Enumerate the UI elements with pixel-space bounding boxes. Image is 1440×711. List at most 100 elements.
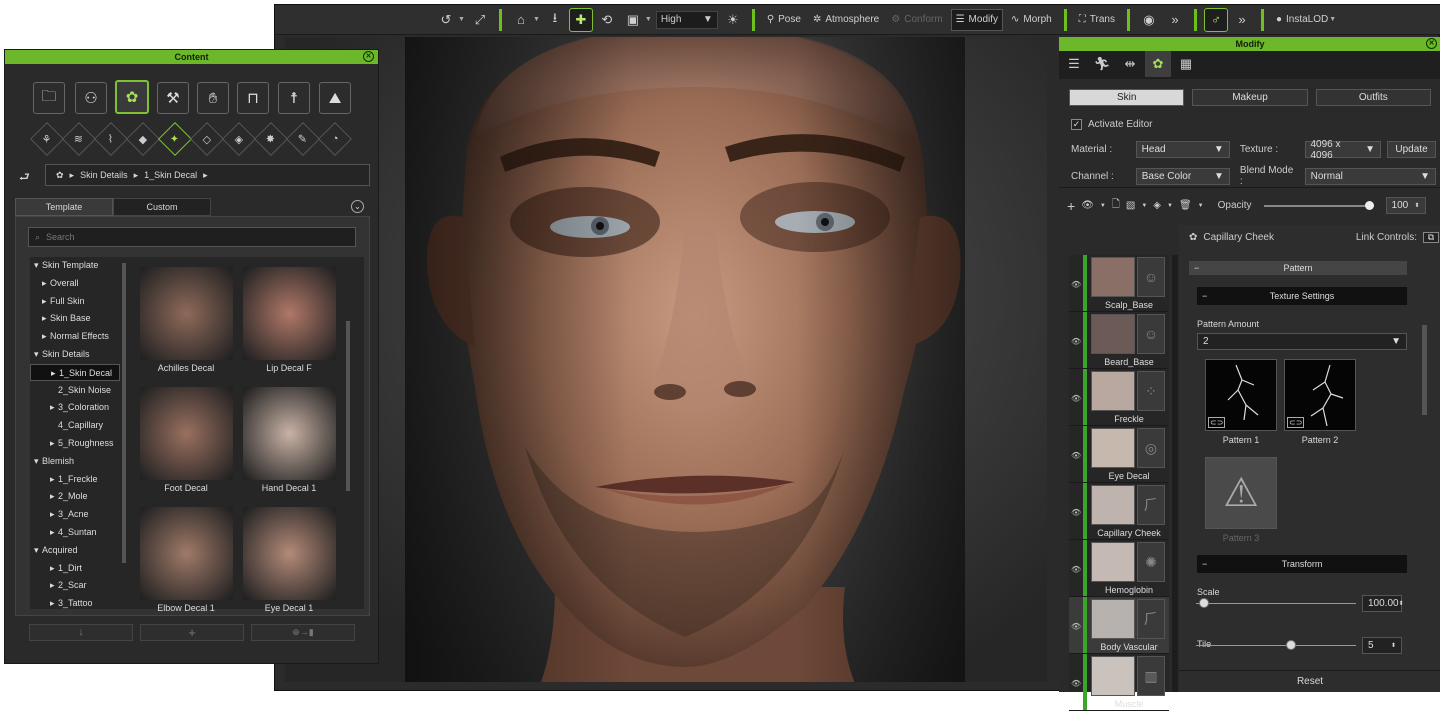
- quality-select[interactable]: High ▼: [655, 10, 718, 29]
- visibility-eye-icon[interactable]: 👁︎: [1071, 280, 1081, 289]
- pose-button[interactable]: ⚲ Pose: [763, 9, 805, 31]
- tree-item[interactable]: ▸ 3_Tattoo: [30, 595, 120, 612]
- gauge-icon[interactable]: ◔: [318, 122, 352, 156]
- trans-button[interactable]: ⛶ Trans: [1075, 9, 1119, 31]
- material-select[interactable]: Head ▼: [1135, 141, 1230, 158]
- instalod-button[interactable]: ● InstaLOD ▼: [1272, 9, 1340, 31]
- skin-layer-item[interactable]: 👁︎ ⁘ Freckle: [1069, 369, 1169, 426]
- tree-item[interactable]: ▾ Skin Details: [30, 346, 120, 363]
- more-icon[interactable]: »: [1231, 9, 1253, 31]
- spinner-icon[interactable]: ⬍: [1391, 642, 1396, 649]
- folder-icon[interactable]: 🗀︎: [33, 82, 65, 114]
- chevron-down-icon[interactable]: ▼: [1167, 203, 1173, 209]
- tree-scrollbar[interactable]: [122, 263, 126, 563]
- pattern-1-thumbnail[interactable]: ⊂⊃: [1205, 359, 1277, 431]
- tab-makeup-segment[interactable]: Makeup: [1192, 89, 1308, 106]
- skin-detail-6-icon[interactable]: ◇: [190, 122, 224, 156]
- breadcrumb-item[interactable]: Skin Details: [80, 170, 128, 180]
- tab-custom[interactable]: Custom: [113, 198, 211, 216]
- tab-skin[interactable]: ✿: [1145, 51, 1171, 77]
- visibility-eye-icon[interactable]: 👁︎: [1071, 508, 1081, 517]
- scale-slider[interactable]: [1196, 603, 1356, 604]
- pattern-2-thumbnail[interactable]: ⊂⊃: [1284, 359, 1356, 431]
- detail-scrollbar[interactable]: [1422, 325, 1427, 415]
- tree-item[interactable]: ▸ 5_Roughness: [30, 435, 120, 452]
- close-icon[interactable]: ✕: [1426, 38, 1437, 49]
- tree-item[interactable]: ▸ Overall: [30, 275, 120, 292]
- skin-layer-item[interactable]: 👁︎ ✺ Hemoglobin: [1069, 540, 1169, 597]
- trash-icon[interactable]: 🗑︎: [1179, 200, 1192, 211]
- decal-thumbnail[interactable]: [140, 507, 233, 600]
- skin-detail-3-icon[interactable]: ⌇: [94, 122, 128, 156]
- conform-button[interactable]: ⚙ Conform: [887, 9, 946, 31]
- home-icon[interactable]: ⌂: [510, 9, 532, 31]
- tree-item[interactable]: ▸ 1_Freckle: [30, 471, 120, 488]
- skin-detail-2-icon[interactable]: ≋: [62, 122, 96, 156]
- spinner-icon[interactable]: ⬍: [1414, 202, 1419, 209]
- scale-input[interactable]: 100.00 ⬍: [1362, 595, 1404, 612]
- tab-morph[interactable]: ⇹: [1117, 51, 1143, 77]
- figure-icon[interactable]: ☨: [278, 82, 310, 114]
- add-button[interactable]: +: [140, 624, 244, 641]
- avatar-pair-icon[interactable]: ⚇: [75, 82, 107, 114]
- tree-item[interactable]: ▸ 3_Acne: [30, 506, 120, 523]
- activate-editor-checkbox[interactable]: ✓: [1071, 119, 1082, 130]
- stand-icon[interactable]: ⊓: [237, 82, 269, 114]
- opacity-slider[interactable]: [1263, 200, 1375, 210]
- plugin-icon[interactable]: ◉: [1138, 9, 1160, 31]
- channel-select[interactable]: Base Color ▼: [1135, 167, 1230, 185]
- decal-thumbnail[interactable]: [243, 507, 336, 600]
- skin-layer-item[interactable]: 👁︎ ☺ Scalp_Base: [1069, 255, 1169, 312]
- tree-item[interactable]: 2_Skin Noise: [30, 382, 120, 399]
- layers-icon[interactable]: ◈: [1153, 200, 1161, 211]
- decal-thumbnail[interactable]: [243, 387, 336, 480]
- skin-list-scrollbar[interactable]: [1172, 255, 1178, 692]
- visibility-eye-icon[interactable]: 👁︎: [1071, 451, 1081, 460]
- download-icon[interactable]: ⭳: [544, 9, 566, 31]
- visibility-eye-icon[interactable]: 👁︎: [1071, 394, 1081, 403]
- tree-item[interactable]: ▸ 2_Scar: [30, 577, 120, 594]
- skin-layer-item[interactable]: 👁︎ ☺ Beard_Base: [1069, 312, 1169, 369]
- transform-header[interactable]: − Transform: [1197, 555, 1407, 573]
- link-controls-icon[interactable]: ⧉: [1423, 232, 1439, 243]
- image-icon[interactable]: ▧: [1126, 200, 1135, 211]
- back-icon[interactable]: ⮐: [19, 168, 30, 189]
- tree-item[interactable]: ▸ 3_Coloration: [30, 399, 120, 416]
- tile-slider[interactable]: [1196, 645, 1356, 646]
- skin-layer-item[interactable]: 👁︎ ⺁ Capillary Cheek: [1069, 483, 1169, 540]
- undo-icon[interactable]: ↺: [435, 9, 457, 31]
- blend-mode-select[interactable]: Normal ▼: [1304, 167, 1437, 185]
- chevron-down-icon[interactable]: ▼: [1100, 203, 1106, 209]
- apply-button[interactable]: ⊕→▮: [251, 624, 355, 641]
- atmosphere-button[interactable]: ✲ Atmosphere: [809, 9, 883, 31]
- frame-caret-icon[interactable]: ▼: [645, 16, 652, 23]
- tools-icon[interactable]: ⚒: [157, 82, 189, 114]
- opacity-slider-handle[interactable]: [1365, 200, 1375, 210]
- chevron-down-icon[interactable]: ⌄: [351, 200, 364, 213]
- character-icon[interactable]: ♂: [1203, 7, 1228, 32]
- visibility-eye-icon[interactable]: 👁︎: [1071, 622, 1081, 631]
- tab-motion[interactable]: 🏃︎: [1089, 51, 1115, 77]
- brush-icon[interactable]: ✎: [286, 122, 320, 156]
- tree-item[interactable]: ▸ Skin Base: [30, 310, 120, 327]
- home-caret-icon[interactable]: ▼: [533, 16, 540, 23]
- tree-item[interactable]: ▸ Normal Effects: [30, 328, 120, 345]
- visibility-eye-icon[interactable]: 👁︎: [1071, 565, 1081, 574]
- pattern-amount-select[interactable]: 2 ▼: [1197, 333, 1407, 350]
- 3d-viewport[interactable]: [285, 37, 1047, 682]
- tree-item[interactable]: ▸ 4_Suntan: [30, 524, 120, 541]
- tree-item[interactable]: ▸ 1_Skin Decal: [30, 363, 120, 381]
- morph-button[interactable]: ∿ Morph: [1007, 9, 1056, 31]
- eye-icon[interactable]: 👁︎: [1081, 200, 1094, 211]
- skin-detail-7-icon[interactable]: ◈: [222, 122, 256, 156]
- frame-icon[interactable]: ▣: [622, 9, 644, 31]
- reset-button[interactable]: Reset: [1179, 670, 1440, 692]
- skin-layer-item[interactable]: 👁︎ ◎ Eye Decal: [1069, 426, 1169, 483]
- decal-thumbnail[interactable]: [140, 267, 233, 360]
- document-icon[interactable]: 🗋︎: [1112, 197, 1120, 214]
- spinner-icon[interactable]: ⬍: [1399, 600, 1404, 607]
- breadcrumb-item[interactable]: 1_Skin Decal: [144, 170, 197, 180]
- scene-icon[interactable]: ⛰︎: [319, 82, 351, 114]
- skin-detail-8-icon[interactable]: ✸: [254, 122, 288, 156]
- sun-icon[interactable]: ☀: [722, 9, 744, 31]
